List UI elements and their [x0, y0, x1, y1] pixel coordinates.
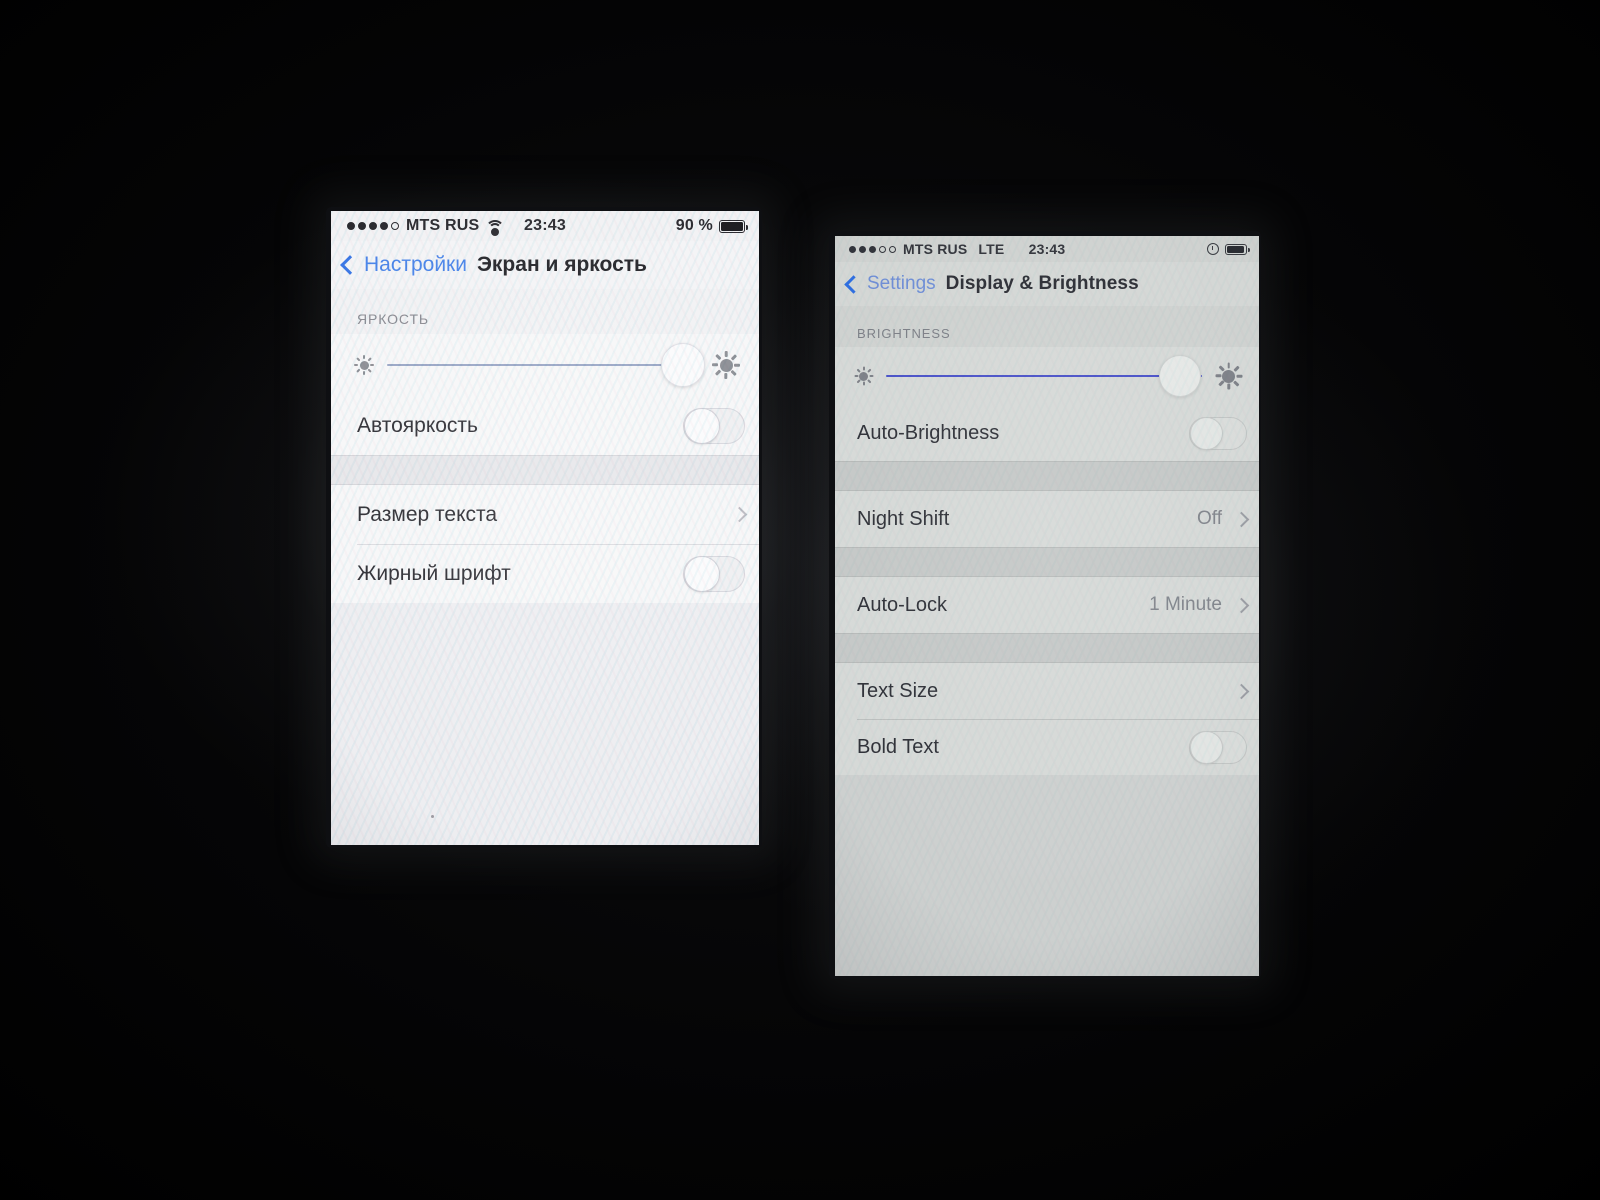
section-text: Размер текста Жирный шрифт	[331, 485, 759, 603]
bold-text-toggle[interactable]	[1189, 730, 1247, 764]
phone-right-screen: MTS RUS LTE 23:43 Settings Display & Bri…	[835, 236, 1259, 976]
section-brightness: Автояркость	[331, 334, 759, 455]
row-text-size[interactable]: Размер текста	[331, 485, 759, 544]
sun-small-icon	[353, 354, 375, 376]
auto-brightness-toggle[interactable]	[683, 407, 745, 444]
section-text: Text Size Bold Text	[835, 663, 1259, 775]
status-bar: MTS RUS LTE 23:43	[835, 236, 1259, 262]
brightness-slider-track[interactable]	[886, 355, 1202, 397]
section-header-brightness: ЯРКОСТЬ	[357, 311, 430, 327]
section-auto-lock: Auto-Lock 1 Minute	[835, 577, 1259, 633]
section-gap	[331, 455, 759, 485]
row-label: Bold Text	[857, 735, 939, 758]
status-bar-left: MTS RUS	[347, 217, 505, 236]
row-label: Жирный шрифт	[357, 561, 511, 585]
sun-small-icon	[853, 366, 874, 387]
wifi-icon	[485, 219, 505, 236]
row-night-shift[interactable]: Night Shift Off	[835, 491, 1259, 547]
chevron-right-icon	[1233, 683, 1250, 699]
navigation-bar: Settings Display & Brightness	[835, 262, 1259, 306]
row-label: Auto-Brightness	[857, 421, 1000, 444]
row-bold-text[interactable]: Жирный шрифт	[331, 544, 759, 603]
chevron-right-icon	[731, 506, 748, 523]
battery-icon	[719, 219, 748, 233]
row-label: Автояркость	[357, 413, 478, 437]
section-night-shift: Night Shift Off	[835, 491, 1259, 547]
brightness-slider-thumb[interactable]	[1158, 355, 1201, 397]
row-auto-lock[interactable]: Auto-Lock 1 Minute	[835, 577, 1259, 633]
brightness-slider-track[interactable]	[387, 343, 706, 387]
page-title: Display & Brightness	[945, 273, 1139, 294]
section-brightness: Auto-Brightness	[835, 347, 1259, 461]
signal-strength-dots	[347, 222, 399, 230]
page-title: Экран и яркость	[476, 253, 647, 276]
back-button-label[interactable]: Settings	[867, 273, 936, 295]
row-bold-text[interactable]: Bold Text	[835, 719, 1259, 775]
row-label: Размер текста	[357, 502, 498, 526]
navigation-bar: Настройки Экран и яркость	[331, 241, 759, 289]
row-auto-brightness[interactable]: Auto-Brightness	[835, 405, 1259, 461]
auto-brightness-toggle[interactable]	[1189, 416, 1247, 450]
sun-large-icon	[1214, 362, 1243, 391]
row-label: Night Shift	[857, 507, 950, 530]
row-auto-brightness[interactable]: Автояркость	[331, 396, 759, 455]
section-gap	[835, 633, 1259, 663]
row-label: Auto-Lock	[857, 593, 948, 616]
chevron-left-icon[interactable]	[844, 274, 863, 294]
sun-large-icon	[711, 350, 741, 380]
network-type-label: LTE	[978, 241, 1005, 257]
brightness-slider-thumb[interactable]	[661, 343, 706, 387]
carrier-label: MTS RUS	[903, 241, 968, 257]
back-button-label[interactable]: Настройки	[364, 253, 467, 277]
battery-icon	[1225, 243, 1250, 255]
section-gap	[835, 547, 1259, 577]
signal-strength-dots	[849, 245, 896, 253]
brightness-slider-row[interactable]	[835, 347, 1259, 405]
status-bar: MTS RUS 23:43 90 %	[331, 211, 759, 241]
row-value: 1 Minute	[1149, 594, 1222, 615]
section-gap	[835, 461, 1259, 491]
status-bar-right: 90 %	[675, 217, 748, 235]
row-value: Off	[1197, 508, 1222, 529]
row-text-size[interactable]: Text Size	[835, 663, 1259, 719]
row-label: Text Size	[857, 679, 939, 702]
alarm-clock-icon	[1207, 243, 1219, 255]
section-header-brightness: BRIGHTNESS	[857, 326, 951, 341]
dark-room-backdrop	[0, 0, 1600, 1200]
status-bar-right	[1207, 243, 1250, 255]
empty-area	[331, 603, 759, 845]
chevron-right-icon	[1233, 511, 1250, 527]
empty-area	[835, 775, 1259, 976]
battery-percent-label: 90 %	[675, 217, 713, 234]
chevron-right-icon	[1233, 597, 1250, 613]
chevron-left-icon[interactable]	[340, 255, 360, 275]
status-bar-left: MTS RUS LTE	[849, 241, 1004, 257]
brightness-slider-row[interactable]	[331, 334, 759, 396]
carrier-label: MTS RUS	[406, 217, 480, 234]
dust-speck	[431, 815, 434, 818]
phone-left-screen: MTS RUS 23:43 90 % Настройки Экран и ярк…	[331, 211, 759, 845]
bold-text-toggle[interactable]	[683, 555, 745, 592]
